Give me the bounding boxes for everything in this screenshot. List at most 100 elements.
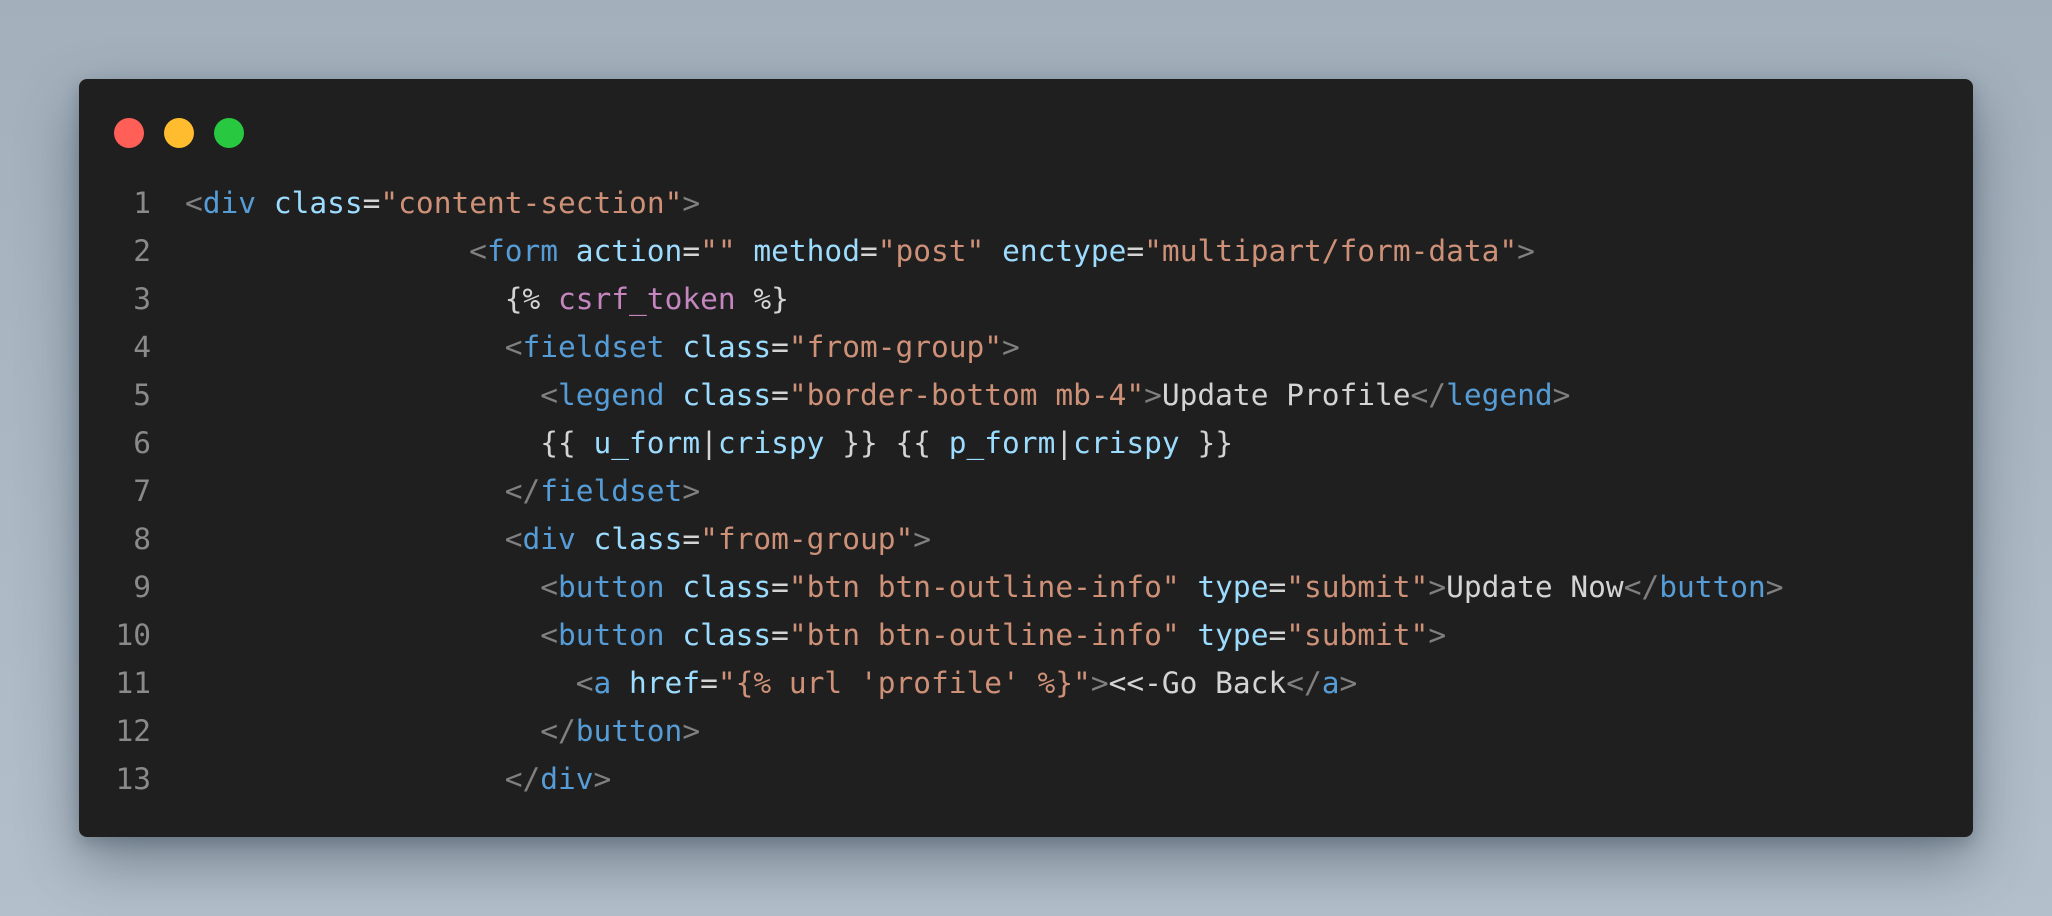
line-number: 7 [133, 474, 151, 508]
code-token-punct: < [540, 378, 558, 412]
code-line: 2 <form action="" method="post" enctype=… [79, 227, 1973, 275]
line-source: <a href="{% url 'profile' %}"><<-Go Back… [185, 659, 1358, 707]
code-token-str: "submit" [1286, 618, 1429, 652]
line-source: </div> [185, 755, 612, 803]
code-token-tag: button [575, 714, 683, 748]
code-token-attr: class [682, 330, 772, 364]
code-line: 4 <fieldset class="from-group"> [79, 323, 1973, 371]
code-token-tag: a [593, 666, 612, 700]
code-token-text: = [859, 234, 878, 268]
code-token-tag: button [557, 618, 665, 652]
close-button[interactable] [114, 118, 144, 148]
line-number: 8 [133, 522, 151, 556]
code-token-str: "btn btn-outline-info" [788, 570, 1180, 604]
code-token-punct: </ [1410, 378, 1447, 412]
code-token-text: {{ [540, 426, 594, 460]
code-token-attr: class [682, 378, 772, 412]
code-token-punct: < [469, 234, 487, 268]
line-source: {% csrf_token %} [185, 275, 789, 323]
line-source: <div class="from-group"> [185, 515, 931, 563]
code-token-tag: fieldset [540, 474, 683, 508]
code-token-str: "from-group" [788, 330, 1003, 364]
code-token-attr: type [1197, 570, 1269, 604]
line-number: 4 [133, 330, 151, 364]
line-number: 9 [133, 570, 151, 604]
code-token-tag: div [522, 522, 576, 556]
line-number: 6 [133, 426, 151, 460]
code-line: 1 <div class="content-section"> [79, 179, 1973, 227]
code-token-tag: a [1321, 666, 1340, 700]
code-line: 10 <button class="btn btn-outline-info" … [79, 611, 1973, 659]
code-token-tag: button [557, 570, 665, 604]
code-line: 12 </button> [79, 707, 1973, 755]
code-token-var: p_form [948, 426, 1056, 460]
code-token-text: = [771, 378, 789, 412]
code-token-str: "submit" [1286, 570, 1429, 604]
code-token-attr: href [629, 666, 701, 700]
code-token-tag: fieldset [522, 330, 665, 364]
code-token-text: {% [504, 282, 558, 316]
code-token-attr: class [593, 522, 683, 556]
line-source: </fieldset> [185, 467, 700, 515]
code-token-text: | [700, 426, 718, 460]
code-token-punct: > [1428, 570, 1447, 604]
code-token-text: | [1055, 426, 1074, 460]
code-token-punct: < [540, 618, 558, 652]
line-number: 5 [133, 378, 151, 412]
code-token-text: = [771, 570, 789, 604]
line-number: 12 [115, 714, 151, 748]
code-token-var: u_form [593, 426, 701, 460]
code-token-kw: csrf_token [558, 282, 736, 316]
code-token-punct: </ [504, 762, 541, 796]
line-number: 1 [133, 186, 151, 220]
code-token-tag: form [486, 234, 558, 268]
code-token-attr: class [682, 618, 772, 652]
code-token-punct: > [682, 714, 701, 748]
code-line: 8 <div class="from-group"> [79, 515, 1973, 563]
code-window: 1 <div class="content-section"> 2 <form ac… [79, 79, 1973, 837]
code-token-str: "" [700, 234, 736, 268]
code-token-punct: < [504, 330, 523, 364]
minimize-button[interactable] [164, 118, 194, 148]
code-token-punct: > [682, 186, 701, 220]
line-source: <div class="content-section"> [185, 179, 700, 227]
code-token-punct: < [185, 186, 203, 220]
code-token-attr: class [273, 186, 363, 220]
code-line: 13 </div> [79, 755, 1973, 803]
code-token-punct: < [540, 570, 558, 604]
code-token-punct: > [593, 762, 612, 796]
line-number: 2 [133, 234, 151, 268]
code-token-attr: method [753, 234, 860, 268]
line-source: <legend class="border-bottom mb-4">Updat… [185, 371, 1570, 419]
code-token-tag: legend [557, 378, 665, 412]
zoom-button[interactable] [214, 118, 244, 148]
code-line: 11 <a href="{% url 'profile' %}"><<-Go B… [79, 659, 1973, 707]
code-token-var: crispy [717, 426, 825, 460]
line-source: <form action="" method="post" enctype="m… [185, 227, 1535, 275]
code-token-tag: legend [1446, 378, 1553, 412]
code-token-attr: class [682, 570, 772, 604]
code-token-text: = [771, 330, 789, 364]
code-token-text: %} [735, 282, 789, 316]
code-token-punct: > [1002, 330, 1020, 364]
code-token-str: "multipart/form-data" [1144, 234, 1518, 268]
code-token-punct: </ [1286, 666, 1322, 700]
code-line: 6 {{ u_form|crispy }} {{ p_form|crispy }… [79, 419, 1973, 467]
code-token-str: "{% url 'profile' %}" [717, 666, 1091, 700]
code-token-text: }} [1179, 426, 1233, 460]
